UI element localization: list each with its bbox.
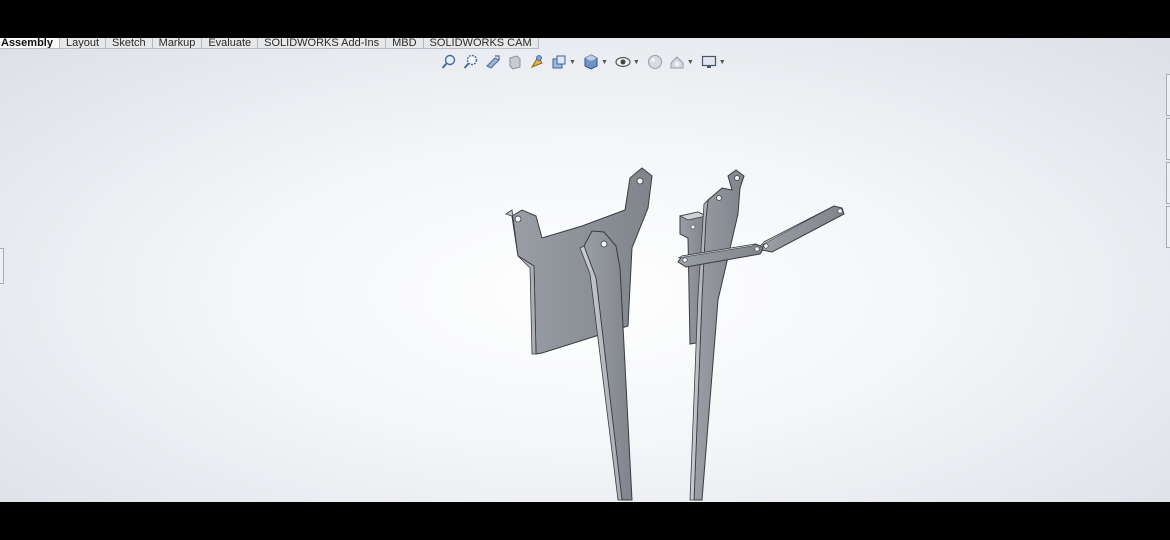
section-view-icon[interactable] bbox=[506, 53, 524, 71]
tab-sketch[interactable]: Sketch bbox=[106, 38, 153, 48]
display-style-icon[interactable] bbox=[582, 53, 600, 71]
hide-show-items-icon[interactable] bbox=[614, 53, 632, 71]
bracket-plate-part[interactable] bbox=[505, 167, 653, 355]
heads-up-view-toolbar: ▼ ▼ ▼ ▼ ▼ bbox=[440, 52, 728, 72]
zoom-to-area-icon[interactable] bbox=[462, 53, 480, 71]
edit-appearance-icon[interactable] bbox=[646, 53, 664, 71]
left-panel-handle[interactable] bbox=[0, 248, 4, 284]
tab-evaluate[interactable]: Evaluate bbox=[202, 38, 259, 48]
tab-assembly[interactable]: Assembly bbox=[0, 38, 60, 48]
view-orientation-dropdown-icon[interactable]: ▼ bbox=[569, 59, 576, 66]
tab-layout[interactable]: Layout bbox=[60, 38, 107, 48]
tab-solidworks-cam[interactable]: SOLIDWORKS CAM bbox=[424, 38, 539, 48]
assembly-model[interactable] bbox=[0, 38, 1170, 502]
view-settings-icon[interactable] bbox=[700, 53, 718, 71]
zoom-to-fit-icon[interactable] bbox=[440, 53, 458, 71]
command-manager-tabs: Assembly Layout Sketch Markup Evaluate S… bbox=[0, 38, 539, 49]
task-pane-tab-4[interactable] bbox=[1166, 206, 1170, 248]
task-pane-tab-2[interactable] bbox=[1166, 118, 1170, 160]
display-style-dropdown-icon[interactable]: ▼ bbox=[601, 59, 608, 66]
view-settings-dropdown-icon[interactable]: ▼ bbox=[719, 59, 726, 66]
graphics-area[interactable]: Assembly Layout Sketch Markup Evaluate S… bbox=[0, 38, 1170, 502]
view-orientation-icon[interactable] bbox=[550, 53, 568, 71]
tab-mbd[interactable]: MBD bbox=[386, 38, 424, 48]
dynamic-annotation-views-icon[interactable] bbox=[528, 53, 546, 71]
letterbox-top bbox=[0, 0, 1170, 38]
letterbox-bottom bbox=[0, 502, 1170, 540]
apply-scene-icon[interactable] bbox=[668, 53, 686, 71]
tab-solidworks-add-ins[interactable]: SOLIDWORKS Add-Ins bbox=[258, 38, 387, 48]
previous-view-icon[interactable] bbox=[484, 53, 502, 71]
task-pane-tab-1[interactable] bbox=[1166, 74, 1170, 116]
tab-markup[interactable]: Markup bbox=[153, 38, 203, 48]
task-pane-tab-3[interactable] bbox=[1166, 162, 1170, 204]
link-bar-upper-part[interactable] bbox=[759, 205, 845, 253]
apply-scene-dropdown-icon[interactable]: ▼ bbox=[687, 59, 694, 66]
hide-show-dropdown-icon[interactable]: ▼ bbox=[633, 59, 640, 66]
